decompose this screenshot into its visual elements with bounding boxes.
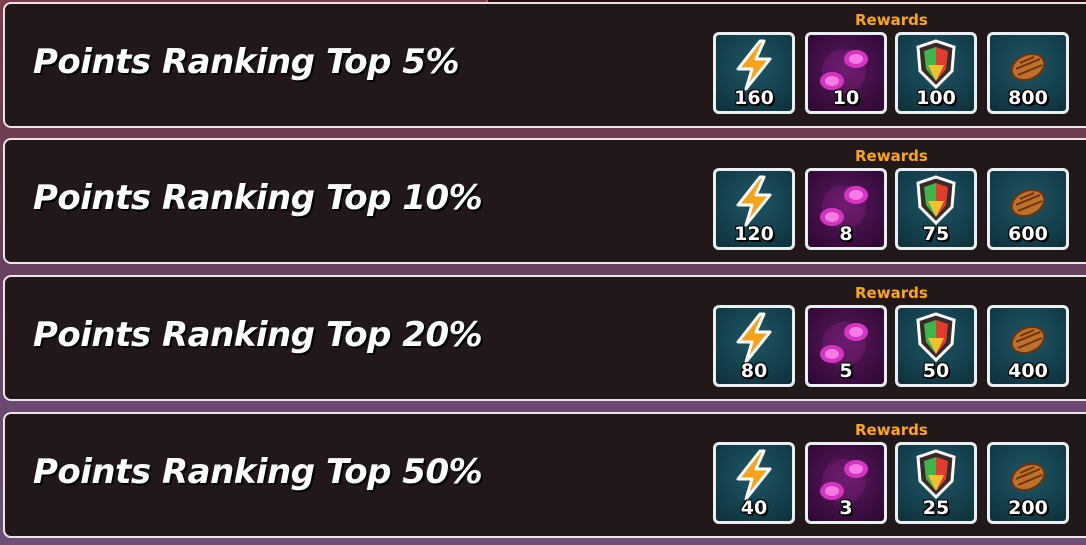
reward-tile-pinecone[interactable]: 400 <box>987 305 1069 387</box>
reward-qty: 50 <box>922 360 950 382</box>
ranking-title: Points Ranking Top 20% <box>33 315 483 355</box>
ranking-row: Points Ranking Top 5% Rewards 160 10 100… <box>3 2 1086 128</box>
reward-tile-energy[interactable]: 40 <box>713 442 795 524</box>
rewards-label: Rewards <box>855 421 928 439</box>
reward-qty: 8 <box>839 223 853 245</box>
pinecone-icon <box>1010 325 1046 355</box>
ranking-title: Points Ranking Top 5% <box>33 42 460 82</box>
reward-qty: 200 <box>1008 497 1048 519</box>
reward-qty: 120 <box>734 223 774 245</box>
ranking-title: Points Ranking Top 50% <box>33 452 483 492</box>
reward-tile-stones[interactable]: 3 <box>805 442 887 524</box>
reward-qty: 400 <box>1008 360 1048 382</box>
reward-qty: 5 <box>839 360 853 382</box>
pinecone-icon <box>1010 52 1046 82</box>
reward-qty: 3 <box>839 497 853 519</box>
reward-qty: 10 <box>832 87 860 109</box>
reward-tile-energy[interactable]: 80 <box>713 305 795 387</box>
pinecone-icon <box>1010 188 1046 218</box>
magic-stones-icon <box>820 49 868 93</box>
lightning-icon <box>736 39 772 91</box>
ranking-row: Points Ranking Top 10% Rewards 120 8 75 … <box>3 138 1086 264</box>
magic-stones-icon <box>820 322 868 366</box>
reward-tile-energy[interactable]: 120 <box>713 168 795 250</box>
reward-tile-gem[interactable]: 50 <box>895 305 977 387</box>
reward-qty: 100 <box>916 87 956 109</box>
reward-qty: 800 <box>1008 87 1048 109</box>
rainbow-gem-shield-icon <box>916 312 956 363</box>
rewards-label: Rewards <box>855 11 928 29</box>
lightning-icon <box>736 449 772 501</box>
reward-qty: 80 <box>740 360 768 382</box>
rainbow-gem-shield-icon <box>916 175 956 226</box>
reward-tile-pinecone[interactable]: 800 <box>987 32 1069 114</box>
rainbow-gem-shield-icon <box>916 449 956 500</box>
reward-tile-gem[interactable]: 100 <box>895 32 977 114</box>
reward-tile-pinecone[interactable]: 600 <box>987 168 1069 250</box>
rewards-label: Rewards <box>855 147 928 165</box>
reward-tile-gem[interactable]: 25 <box>895 442 977 524</box>
reward-tile-gem[interactable]: 75 <box>895 168 977 250</box>
reward-qty: 600 <box>1008 223 1048 245</box>
reward-tile-energy[interactable]: 160 <box>713 32 795 114</box>
rainbow-gem-shield-icon <box>916 39 956 90</box>
reward-tile-stones[interactable]: 10 <box>805 32 887 114</box>
magic-stones-icon <box>820 459 868 503</box>
reward-qty: 40 <box>740 497 768 519</box>
ranking-row: Points Ranking Top 50% Rewards 40 3 25 2… <box>3 412 1086 538</box>
reward-qty: 25 <box>922 497 950 519</box>
magic-stones-icon <box>820 185 868 229</box>
lightning-icon <box>736 175 772 227</box>
reward-tile-stones[interactable]: 8 <box>805 168 887 250</box>
ranking-row: Points Ranking Top 20% Rewards 80 5 50 4… <box>3 275 1086 401</box>
pinecone-icon <box>1010 462 1046 492</box>
reward-qty: 160 <box>734 87 774 109</box>
lightning-icon <box>736 312 772 364</box>
rewards-label: Rewards <box>855 284 928 302</box>
reward-tile-stones[interactable]: 5 <box>805 305 887 387</box>
reward-qty: 75 <box>922 223 950 245</box>
ranking-title: Points Ranking Top 10% <box>33 178 483 218</box>
reward-tile-pinecone[interactable]: 200 <box>987 442 1069 524</box>
